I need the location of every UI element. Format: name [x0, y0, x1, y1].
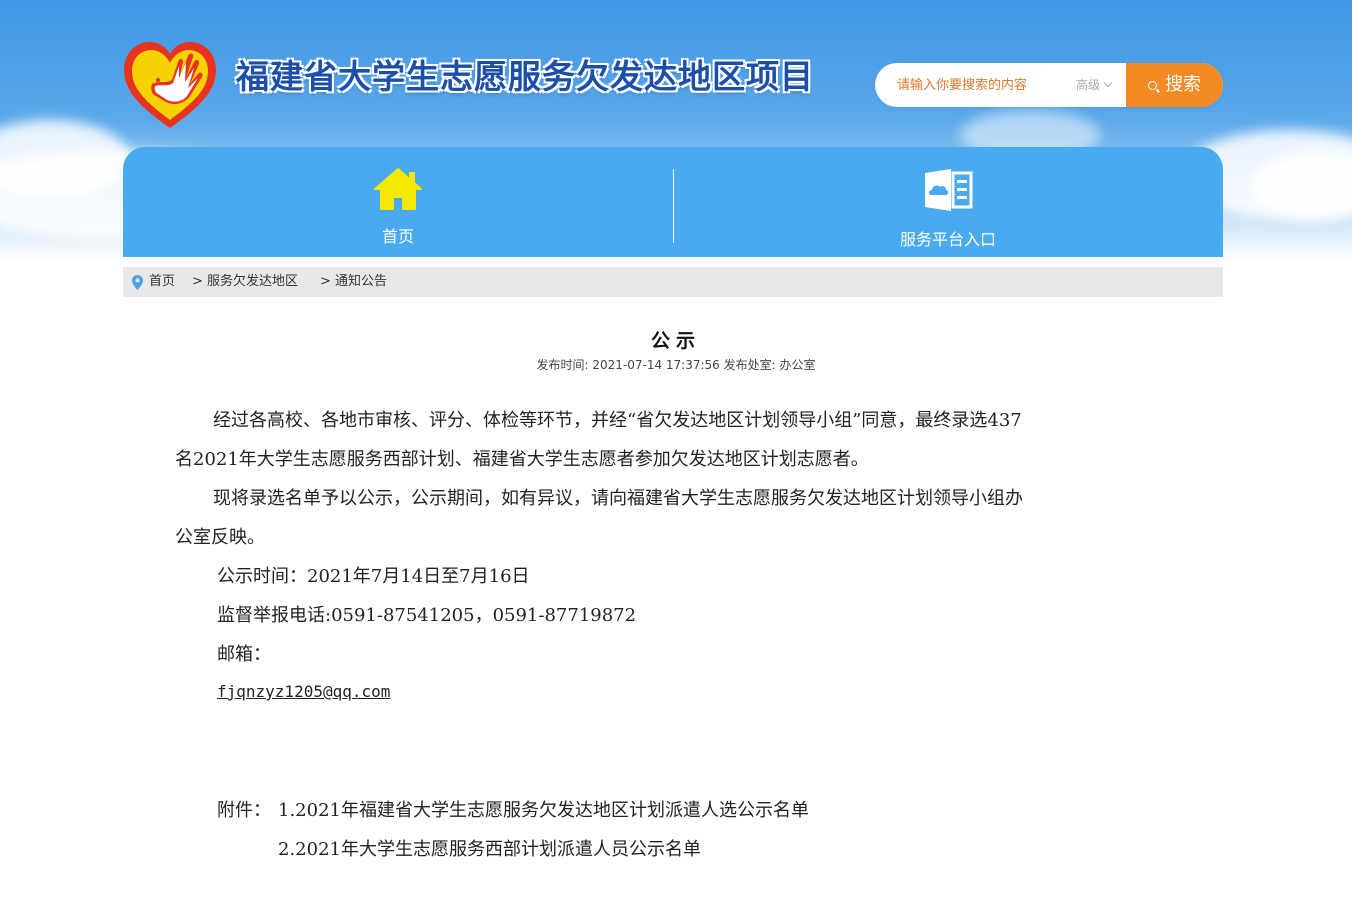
location-pin-icon	[132, 275, 143, 290]
attachment-link-2[interactable]: 2.2021年大学生志愿服务西部计划派遣人员公示名单	[278, 835, 701, 861]
search-icon	[1148, 81, 1157, 90]
main-nav: 首页 服务平台入口	[123, 147, 1223, 257]
article-title: 公示	[650, 330, 701, 352]
cloud-document-icon	[925, 169, 973, 211]
advanced-search-dropdown[interactable]: 高级	[1076, 63, 1113, 107]
paragraph-2-line-1: 现将录选名单予以公示，公示期间，如有异议，请向福建省大学生志愿服务欠发达地区计划…	[213, 488, 1023, 509]
paragraph-1-line-2: 名2021年大学生志愿服务西部计划、福建省大学生志愿者参加欠发达地区计划志愿者。	[175, 449, 869, 470]
search-button[interactable]: 搜索	[1126, 63, 1223, 107]
article-meta: 发布时间: 2021-07-14 17:37:56 发布处室: 办公室	[536, 358, 816, 372]
nav-item-home[interactable]: 首页	[123, 147, 673, 257]
report-phone: 监督举报电话:0591-87541205，0591-87719872	[217, 605, 637, 626]
chevron-down-icon	[1103, 78, 1113, 88]
search-input[interactable]	[875, 63, 1070, 107]
breadcrumb-home[interactable]: 首页	[149, 274, 175, 289]
home-icon	[374, 168, 422, 210]
paragraph-2-line-2: 公室反映。	[175, 527, 265, 548]
breadcrumb: 首页 > 服务欠发达地区 > 通知公告	[123, 267, 1223, 297]
attachments-label: 附件：	[217, 800, 271, 821]
publicity-period: 公示时间：2021年7月14日至7月16日	[217, 566, 530, 587]
nav-item-service-platform-label: 服务平台入口	[899, 230, 996, 249]
nav-item-home-label: 首页	[381, 227, 414, 246]
breadcrumb-service-area[interactable]: > 服务欠发达地区	[192, 274, 298, 289]
heart-hand-dove-logo-icon	[124, 42, 216, 128]
search-button-label: 搜索	[1165, 74, 1201, 95]
breadcrumb-notices[interactable]: > 通知公告	[320, 274, 387, 289]
site-title: 福建省大学生志愿服务欠发达地区项目	[236, 57, 814, 96]
search-bar: 高级 搜索	[875, 63, 1223, 107]
nav-item-service-platform[interactable]: 服务平台入口	[673, 147, 1223, 257]
email-label: 邮箱：	[217, 644, 271, 665]
advanced-search-label: 高级	[1076, 78, 1101, 92]
paragraph-1-line-1: 经过各高校、各地市审核、评分、体检等环节，并经“省欠发达地区计划领导小组”同意，…	[213, 410, 1022, 431]
site-logo[interactable]	[122, 40, 218, 132]
attachment-link-1[interactable]: 1.2021年福建省大学生志愿服务欠发达地区计划派遣人选公示名单	[278, 796, 809, 822]
email-link[interactable]: fjqnzyz1205@qq.com	[217, 682, 390, 701]
